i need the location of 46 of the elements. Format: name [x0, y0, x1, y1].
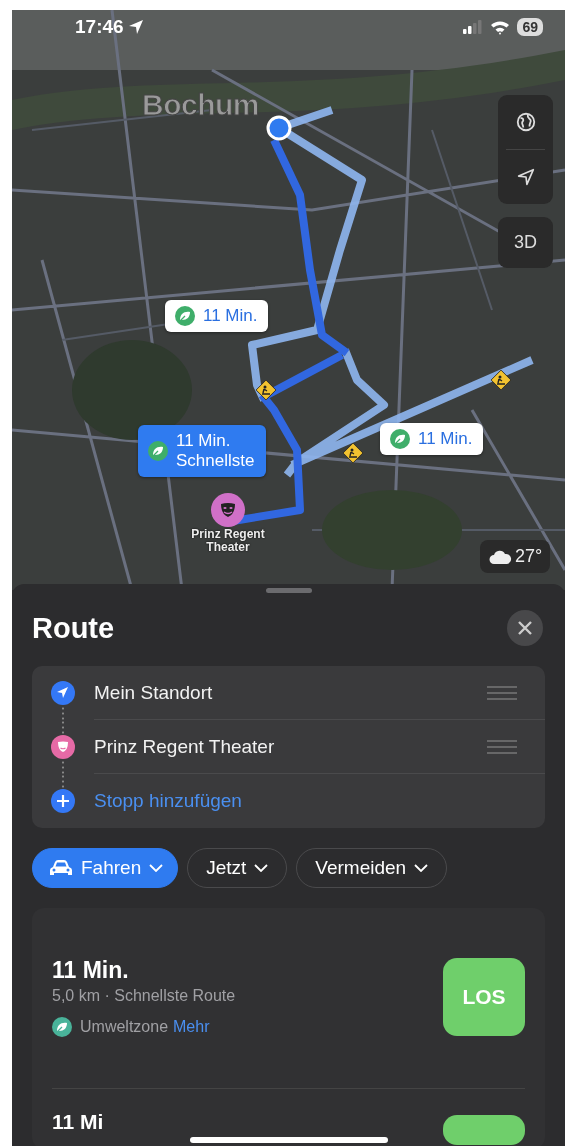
- chevron-down-icon: [254, 864, 269, 872]
- route-duration: 11 Min.: [52, 957, 130, 984]
- callout-time: 11 Min.: [176, 431, 232, 451]
- theater-mask-icon: [51, 735, 75, 759]
- status-time: 17:46: [75, 16, 124, 38]
- battery-level: 69: [517, 18, 543, 36]
- globe-icon: [514, 111, 537, 133]
- city-label: Bochum: [142, 88, 259, 122]
- sheet-title: Route: [32, 611, 115, 645]
- leaf-icon: [175, 306, 195, 326]
- leaf-icon: [52, 1017, 72, 1037]
- wifi-icon: [490, 19, 511, 35]
- waypoint-label[interactable]: Prinz Regent Theater: [94, 735, 275, 758]
- route-duration: 11 Mi: [52, 1111, 104, 1133]
- construction-sign-icon: [491, 370, 511, 390]
- cloud-icon: [488, 548, 512, 565]
- callout-note: Schnellste: [176, 451, 255, 471]
- construction-sign-icon: [343, 443, 363, 463]
- construction-sign-icon: [256, 380, 276, 400]
- close-icon: [517, 620, 533, 636]
- drag-handle-icon[interactable]: [487, 739, 517, 754]
- 3d-button[interactable]: 3D: [498, 217, 553, 268]
- leaf-icon: [390, 429, 410, 449]
- route-details: 5,0 km · Schnellste Route: [52, 987, 236, 1005]
- signal-icon: [463, 20, 484, 34]
- route-time-callout[interactable]: 11 Min. Schnellste: [138, 425, 267, 477]
- location-arrow-icon: [127, 19, 144, 35]
- add-stop-link[interactable]: Stopp hinzufügen: [94, 790, 242, 812]
- more-link[interactable]: Mehr: [173, 1018, 210, 1036]
- zone-label: Umweltzone: [80, 1018, 169, 1036]
- callout-time: 11 Min.: [418, 429, 473, 449]
- waypoint-label[interactable]: Mein Standort: [94, 681, 213, 704]
- chevron-down-icon: [414, 864, 429, 872]
- go-button[interactable]: [443, 1115, 525, 1145]
- transport-option-button[interactable]: Fahren: [32, 848, 179, 888]
- route-time-callout[interactable]: 11 Min.: [380, 423, 483, 455]
- close-button[interactable]: [507, 610, 543, 646]
- leaf-icon: [148, 441, 168, 461]
- temperature: 27°: [515, 546, 543, 567]
- car-icon: [49, 859, 73, 877]
- route-time-callout[interactable]: 11 Min.: [165, 300, 268, 332]
- plus-icon: [51, 789, 75, 813]
- callout-time: 11 Min.: [203, 306, 258, 326]
- destination-label: Prinz Regent Theater: [190, 528, 266, 554]
- chevron-down-icon: [149, 864, 164, 872]
- drag-handle-icon[interactable]: [487, 685, 517, 700]
